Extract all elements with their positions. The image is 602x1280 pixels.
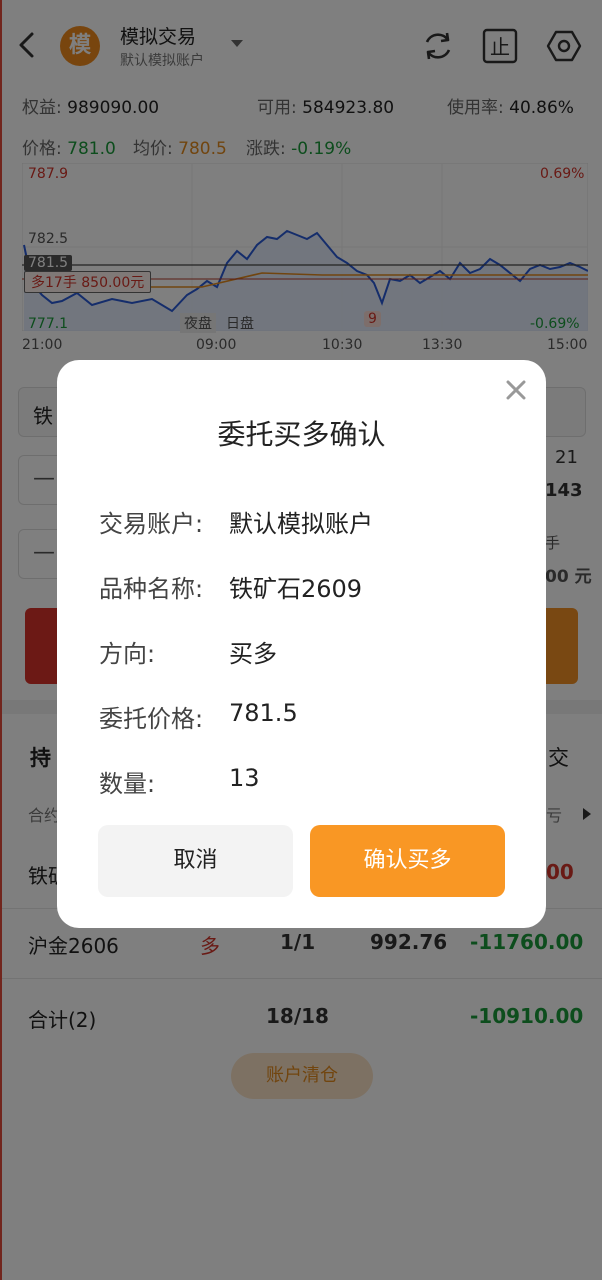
- account-value: 默认模拟账户: [229, 510, 373, 538]
- instrument-label: 品种名称:: [99, 575, 204, 603]
- trading-page: 模 模拟交易 默认模拟账户 止 权益: 98909: [0, 0, 602, 1280]
- direction-value: 买多: [229, 640, 277, 668]
- direction-label: 方向:: [99, 640, 156, 668]
- cancel-button[interactable]: 取消: [98, 825, 293, 897]
- confirm-buy-button[interactable]: 确认买多: [310, 825, 505, 897]
- close-button[interactable]: [502, 376, 530, 404]
- quantity-label: 数量:: [99, 770, 156, 798]
- instrument-value: 铁矿石2609: [229, 575, 363, 603]
- order-confirm-dialog: 委托买多确认 交易账户: 默认模拟账户 品种名称: 铁矿石2609 方向: 买多…: [57, 360, 546, 928]
- quantity-value: 13: [229, 764, 260, 792]
- order-price-label: 委托价格:: [99, 705, 204, 733]
- dialog-title: 委托买多确认: [217, 418, 386, 451]
- order-price-value: 781.5: [229, 699, 298, 727]
- close-icon: [506, 380, 526, 400]
- account-label: 交易账户:: [99, 510, 204, 538]
